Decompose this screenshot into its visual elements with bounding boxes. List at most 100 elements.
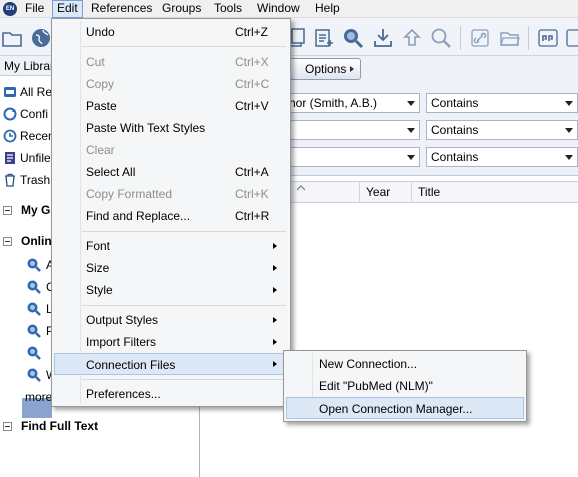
menu-item-label: Undo	[86, 25, 115, 39]
menu-references[interactable]: References	[87, 0, 156, 18]
my-groups-label: My G	[21, 203, 51, 217]
menu-item-label: Select All	[86, 165, 136, 179]
sidebar-item-label: Trash	[20, 173, 51, 187]
menu-item-label: Paste	[86, 99, 117, 113]
all-references-icon	[4, 87, 16, 97]
search-operator-select-2[interactable]: Contains	[426, 120, 578, 140]
search-field-select-1[interactable]: hor (Smith, A.B.)	[284, 93, 420, 113]
menu-item-shortcut: Ctrl+R	[235, 209, 270, 223]
menu-item-size[interactable]: Size	[54, 257, 288, 279]
online-search-icon	[27, 346, 41, 360]
menu-item-label: Paste With Text Styles	[86, 121, 206, 135]
search-operator-value: Contains	[431, 96, 479, 110]
menu-item-label: Import Filters	[86, 335, 157, 349]
menu-window[interactable]: Window	[253, 0, 304, 18]
menu-item-font[interactable]: Font	[54, 235, 288, 257]
search-field-value: hor (Smith, A.B.)	[289, 96, 378, 110]
collapse-icon[interactable]	[3, 206, 12, 215]
menu-item-label: New Connection...	[319, 357, 418, 371]
search-operator-select-1[interactable]: Contains	[426, 93, 578, 113]
find-full-text-label: Find Full Text	[21, 419, 99, 433]
search-field-select-3[interactable]	[284, 147, 420, 167]
menu-item-undo[interactable]: Undo Ctrl+Z	[54, 21, 288, 43]
cite-icon[interactable]	[565, 27, 578, 49]
online-search-icon[interactable]	[342, 27, 364, 49]
menu-item-output-styles[interactable]: Output Styles	[54, 309, 288, 331]
add-reference-icon[interactable]	[313, 27, 335, 49]
sync-icon	[3, 107, 17, 121]
submenu-arrow-icon	[273, 317, 277, 323]
menu-tools[interactable]: Tools	[210, 0, 246, 18]
menu-item-edit-pubmed[interactable]: Edit "PubMed (NLM)"	[286, 375, 524, 397]
menu-separator	[82, 305, 286, 306]
unfiled-icon	[5, 152, 15, 164]
menu-edit[interactable]: Edit	[52, 0, 83, 18]
submenu-arrow-icon	[273, 361, 277, 367]
menu-item-copy-formatted[interactable]: Copy Formatted Ctrl+K	[54, 183, 288, 205]
menu-item-label: Style	[86, 283, 113, 297]
menu-item-new-connection[interactable]: New Connection...	[286, 353, 524, 375]
menu-item-find-and-replace[interactable]: Find and Replace... Ctrl+R	[54, 205, 288, 227]
app-logo-icon: EN	[3, 2, 17, 16]
chevron-down-icon	[407, 155, 415, 160]
upload-icon[interactable]	[401, 27, 423, 49]
recent-icon	[3, 129, 17, 143]
chevron-down-icon	[565, 155, 573, 160]
menu-item-paste-with-text-styles[interactable]: Paste With Text Styles	[54, 117, 288, 139]
globe-icon[interactable]	[30, 27, 52, 49]
quote-icon[interactable]	[537, 27, 559, 49]
more-label: more	[25, 390, 53, 404]
find-pdf-icon[interactable]	[430, 27, 452, 49]
menu-item-shortcut: Ctrl+C	[235, 77, 270, 91]
connection-files-submenu: New Connection... Edit "PubMed (NLM)" Op…	[283, 350, 527, 422]
menu-item-shortcut: Ctrl+V	[235, 99, 269, 113]
menu-item-connection-files[interactable]: Connection Files	[54, 353, 288, 375]
search-operator-value: Contains	[431, 150, 479, 164]
collapse-icon[interactable]	[3, 422, 12, 431]
folder-open-icon[interactable]	[499, 27, 521, 49]
submenu-arrow-icon	[273, 339, 277, 345]
download-icon[interactable]	[372, 27, 394, 49]
column-header-title[interactable]: Title	[411, 182, 578, 203]
folder-icon[interactable]	[1, 27, 23, 49]
sidebar-item-label: All Re	[20, 85, 53, 99]
menu-separator	[82, 46, 286, 47]
online-search-icon	[27, 302, 41, 316]
toolbar-divider	[528, 26, 529, 50]
menu-item-clear[interactable]: Clear	[54, 139, 288, 161]
menu-bar: EN File Edit References Groups Tools Win…	[0, 0, 578, 18]
submenu-arrow-icon	[273, 287, 277, 293]
menu-item-copy[interactable]: Copy Ctrl+C	[54, 73, 288, 95]
submenu-arrow-icon	[273, 265, 277, 271]
menu-item-preferences[interactable]: Preferences...	[54, 383, 288, 405]
chevron-down-icon	[407, 101, 415, 106]
menu-item-cut[interactable]: Cut Ctrl+X	[54, 51, 288, 73]
chevron-right-icon	[350, 66, 354, 72]
link-icon[interactable]	[469, 27, 491, 49]
menu-item-style[interactable]: Style	[54, 279, 288, 301]
search-operator-value: Contains	[431, 123, 479, 137]
collapse-icon[interactable]	[3, 237, 12, 246]
online-search-icon	[27, 280, 41, 294]
menu-item-shortcut: Ctrl+A	[235, 165, 269, 179]
column-header-year[interactable]: Year	[359, 182, 411, 203]
submenu-arrow-icon	[273, 243, 277, 249]
menu-groups[interactable]: Groups	[158, 0, 205, 18]
trash-icon	[5, 173, 15, 187]
menu-item-select-all[interactable]: Select All Ctrl+A	[54, 161, 288, 183]
edit-menu-dropdown: Undo Ctrl+Z Cut Ctrl+X Copy Ctrl+C Paste…	[51, 18, 291, 407]
search-field-select-2[interactable]	[284, 120, 420, 140]
menu-item-import-filters[interactable]: Import Filters	[54, 331, 288, 353]
menu-item-open-connection-manager[interactable]: Open Connection Manager...	[286, 397, 524, 419]
online-search-icon	[27, 258, 41, 272]
menu-item-label: Copy	[86, 77, 115, 91]
menu-item-label: Output Styles	[86, 313, 159, 327]
menu-help[interactable]: Help	[311, 0, 344, 18]
search-operator-select-3[interactable]: Contains	[426, 147, 578, 167]
menu-item-paste[interactable]: Paste Ctrl+V	[54, 95, 288, 117]
menu-file[interactable]: File	[21, 0, 48, 18]
menu-item-label: Connection Files	[86, 358, 176, 372]
menu-item-label: Copy Formatted	[86, 187, 173, 201]
options-button[interactable]: Options	[289, 58, 361, 80]
menu-item-label: Find and Replace...	[86, 209, 191, 223]
